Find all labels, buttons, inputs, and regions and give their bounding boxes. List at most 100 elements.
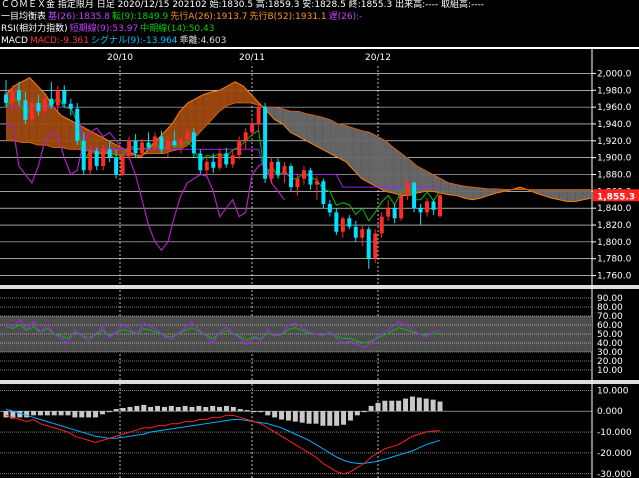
candle-body <box>185 132 190 140</box>
candle-body <box>431 201 436 210</box>
candle-body <box>204 161 209 171</box>
price-tick-label: 1,940.0 <box>597 120 632 130</box>
ichimoku-cloud-segment <box>330 119 339 158</box>
panel-separator-macd <box>0 380 639 384</box>
candle-body <box>321 181 326 204</box>
macd-histogram-bar <box>175 406 181 412</box>
ichimoku-cloud-segment <box>203 91 212 129</box>
price-tick-label: 1,900.0 <box>597 154 632 164</box>
macd-histogram-bar <box>148 406 154 412</box>
macd-histogram-bar <box>44 411 50 416</box>
macd-histogram-bar <box>223 405 229 412</box>
ichimoku-cloud-segment <box>377 136 386 192</box>
candle-body <box>340 218 345 232</box>
candle-body <box>289 166 294 188</box>
macd-histogram-bar <box>161 406 167 412</box>
macd-histogram-bar <box>51 411 57 416</box>
macd-histogram-bar <box>251 411 257 413</box>
macd-tick-label: -20.000 <box>597 449 632 459</box>
price-tick-label: 1,880.0 <box>597 171 632 181</box>
price-tick-label: 2,000.0 <box>597 69 632 79</box>
price-tick-label: 1,920.0 <box>597 137 632 147</box>
macd-histogram-bar <box>72 411 78 418</box>
ichimoku-cloud-segment <box>369 132 378 188</box>
candle-body <box>250 123 255 133</box>
macd-histogram-bar <box>168 405 174 412</box>
current-price-label: 1,855.3 <box>597 192 635 202</box>
macd-histogram-bar <box>382 400 388 412</box>
price-tick-label: 1,960.0 <box>597 103 632 113</box>
candle-body <box>314 181 319 185</box>
macd-histogram-bar <box>430 399 436 412</box>
panel-separator-rsi <box>0 285 639 289</box>
macd-histogram-bar <box>86 411 92 418</box>
candle-body <box>373 233 378 259</box>
candle-body <box>10 90 15 103</box>
macd-histogram-bar <box>37 411 43 416</box>
candle-body <box>269 161 274 179</box>
candle-body <box>62 90 67 104</box>
macd-histogram-bar <box>299 411 305 423</box>
macd-histogram-bar <box>196 405 202 412</box>
candle-body <box>107 149 112 158</box>
candle-body <box>399 195 404 219</box>
candle-body <box>16 90 21 101</box>
candle-body <box>165 140 170 150</box>
candle-body <box>392 208 397 219</box>
candle-body <box>425 201 430 213</box>
macd-tick-label: 10.000 <box>597 386 629 396</box>
candle-body <box>263 107 268 179</box>
macd-histogram-bar <box>368 405 374 412</box>
macd-histogram-bar <box>437 401 443 412</box>
candle-body <box>198 153 203 171</box>
candle-body <box>42 98 47 112</box>
candle-body <box>140 142 145 154</box>
ichimoku-cloud-segment <box>567 189 576 202</box>
candle-body <box>211 161 216 168</box>
candle-body <box>29 102 34 120</box>
candle-body <box>146 142 151 148</box>
price-tick-label: 1,820.0 <box>597 221 632 231</box>
macd-histogram-bar <box>237 409 243 412</box>
macd-histogram-bar <box>313 411 319 424</box>
macd-histogram-bar <box>320 411 326 426</box>
macd-histogram-bar <box>285 411 291 421</box>
x-axis-label: 20/10 <box>107 53 133 63</box>
macd-histogram-bar <box>396 400 402 412</box>
candle-body <box>75 108 80 141</box>
macd-histogram-bar <box>306 411 312 424</box>
ichimoku-cloud-segment <box>432 174 441 194</box>
candle-body <box>133 140 138 154</box>
candle-body <box>282 166 287 175</box>
chart-canvas[interactable]: 20/10 20/11 20/12 2,000.0 1,980.0 1,960.0 1,94… <box>0 0 639 478</box>
candle-body <box>347 218 352 227</box>
candle-body <box>412 182 417 209</box>
macd-histogram-bar <box>403 398 409 412</box>
ichimoku-cloud-segment <box>338 123 346 162</box>
panel-border-top <box>0 47 639 49</box>
macd-histogram-bar <box>375 402 381 412</box>
macd-histogram-bar <box>99 411 105 415</box>
macd-histogram-bar <box>334 411 340 426</box>
macd-histogram-bar <box>292 411 298 422</box>
candle-body <box>94 150 99 167</box>
ichimoku-cloud-segment <box>385 140 394 194</box>
candle-body <box>237 140 242 156</box>
candle-body <box>360 229 365 238</box>
macd-histogram-bar <box>210 405 216 412</box>
candle-body <box>55 90 60 106</box>
price-tick-label: 1,800.0 <box>597 238 632 248</box>
ichimoku-cloud-segment <box>298 111 307 141</box>
macd-histogram-bar <box>341 411 347 425</box>
macd-histogram-bar <box>347 411 353 421</box>
candle-body <box>36 102 41 112</box>
ichimoku-cloud-segment <box>306 113 315 146</box>
x-axis-label: 20/12 <box>365 53 391 63</box>
macd-histogram-bar <box>327 411 333 426</box>
candle-body <box>120 155 125 175</box>
candle-body <box>308 170 313 185</box>
macd-histogram-bar <box>79 411 85 418</box>
macd-histogram-bar <box>106 411 112 413</box>
candle-body <box>230 155 235 165</box>
macd-histogram-bar <box>389 400 395 412</box>
